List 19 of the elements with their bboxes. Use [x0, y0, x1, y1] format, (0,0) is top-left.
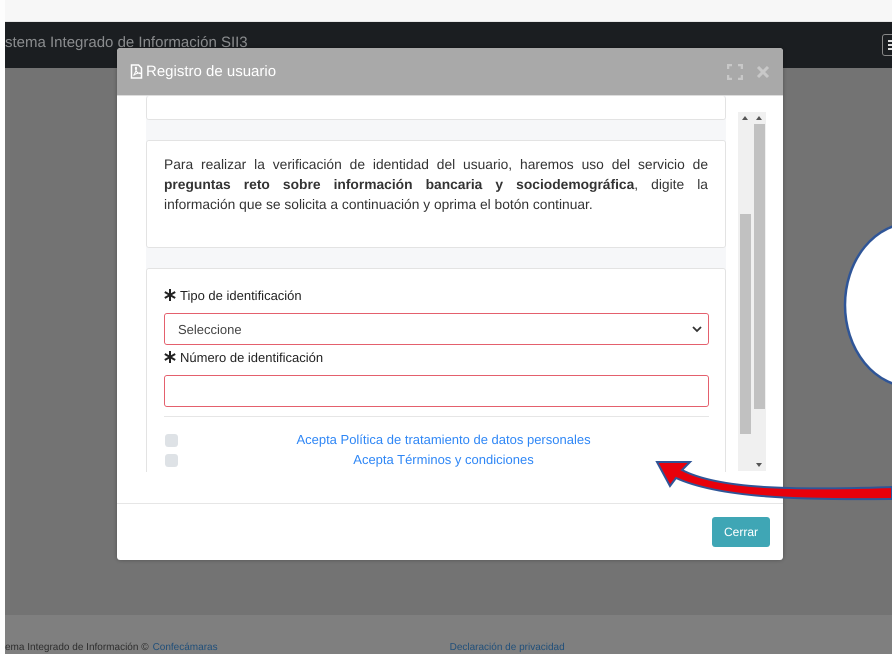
privacy-link[interactable]: Declaración de privacidad	[450, 642, 565, 653]
field-label: Tipo de identificación	[180, 288, 302, 302]
field-label: Número de identificación	[180, 350, 324, 364]
app-title: stema Integrado de Información SII3	[5, 34, 248, 50]
close-icon[interactable]	[756, 64, 770, 78]
fullscreen-icon[interactable]	[727, 64, 743, 80]
checkbox[interactable]	[165, 454, 178, 466]
intro-text: Para realizar la verificación de identidad del usuario, haremos uso del servicio de preguntas reto sobre información bancaria y sociodemográfica, digite la información que se solicita a continuación y oprima el botón continuar.	[164, 156, 708, 214]
document-icon	[130, 64, 143, 79]
input-field[interactable]	[164, 375, 709, 407]
consent-link[interactable]: Acepta Política de tratamiento de datos personales	[296, 432, 591, 447]
footer-text: ema Integrado de Información ©	[5, 642, 149, 653]
select-field[interactable]: Seleccione	[164, 313, 709, 345]
chevron-icon	[692, 326, 702, 332]
close-button[interactable]: Cerrar	[712, 517, 770, 547]
modal-title: Registro de usuario	[146, 63, 276, 80]
consent-link[interactable]: Acepta Términos y condiciones	[353, 452, 534, 467]
checkbox[interactable]	[165, 434, 178, 446]
footer-link[interactable]: Confecámaras	[152, 642, 218, 653]
